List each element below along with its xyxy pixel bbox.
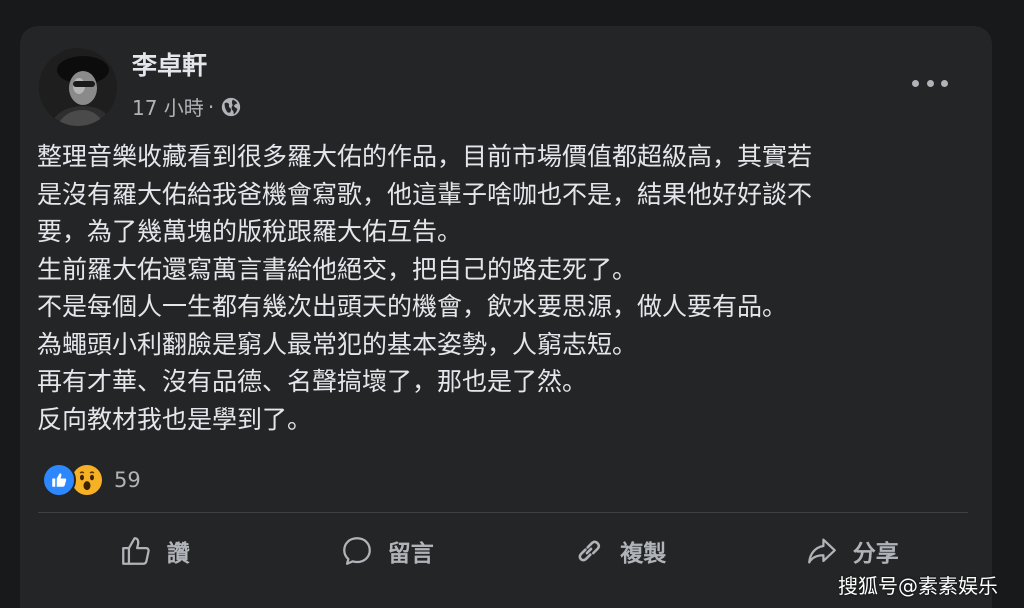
post-card: 李卓軒 17 小時 · 整理音樂收藏看到很多羅大佑的作品，目前市場價值都超級高，… [20, 26, 992, 608]
post-text-line: 要，為了幾萬塊的版稅跟羅大佑互告。 [37, 217, 463, 246]
post-text-line: 反向教材我也是學到了。 [37, 404, 313, 434]
post-text-line: 再有才華、沒有品德、名聲搞壞了，那也是了然。 [37, 367, 588, 396]
post-text-line: 不是每個人一生都有幾次出頭天的機會，飲水要思源，做人要有品。 [37, 292, 788, 321]
comment-icon [342, 537, 371, 565]
post-text: 整理音樂收藏看到很多羅大佑的作品，目前市場價值都超級高，其實若 是沒有羅大佑給我… [37, 138, 977, 438]
avatar-image [39, 48, 117, 126]
reactions-summary[interactable]: 59 [42, 462, 141, 498]
globe-icon[interactable] [220, 96, 242, 118]
divider [38, 512, 968, 513]
like-icon [42, 463, 76, 497]
avatar[interactable] [39, 48, 117, 126]
reaction-count[interactable]: 59 [114, 468, 141, 492]
more-icon-dot [926, 79, 934, 87]
share-button[interactable]: 分享 [736, 526, 969, 576]
thumbs-up-icon [121, 537, 150, 565]
comment-button[interactable]: 留言 [271, 526, 504, 576]
post-text-line: 為蠅頭小利翻臉是窮人最常犯的基本姿勢，人窮志短。 [37, 329, 638, 359]
post-meta: 17 小時 · [132, 92, 242, 121]
more-icon-dot [941, 79, 948, 87]
post-text-line: 生前羅大佑還寫萬言書給他絕交，把自己的路走死了。 [37, 254, 638, 284]
more-icon [912, 79, 919, 87]
post-actions: 讚 留言 複製 分享 [38, 526, 968, 576]
share-button-label: 分享 [852, 541, 899, 567]
copy-link-button[interactable]: 複製 [503, 526, 736, 576]
copy-link-button-label: 複製 [620, 541, 667, 567]
watermark: 搜狐号@素素娱乐 [838, 574, 998, 598]
post-time[interactable]: 17 小時 [132, 92, 204, 121]
post-text-line: 整理音樂收藏看到很多羅大佑的作品，目前市場價值都超級高，其實若 [37, 142, 813, 171]
page: 李卓軒 17 小時 · 整理音樂收藏看到很多羅大佑的作品，目前市場價值都超級高，… [0, 0, 1024, 608]
meta-separator: · [207, 94, 215, 119]
author-name[interactable]: 李卓軒 [132, 46, 207, 82]
post-text-line: 是沒有羅大佑給我爸機會寫歌，他這輩子啥咖也不是，結果他好好談不 [37, 179, 813, 209]
comment-button-label: 留言 [387, 541, 434, 567]
like-button[interactable]: 讚 [38, 526, 271, 576]
link-icon [578, 540, 601, 562]
like-button-label: 讚 [166, 541, 190, 567]
share-icon [807, 538, 836, 564]
more-options-button[interactable] [912, 76, 948, 90]
